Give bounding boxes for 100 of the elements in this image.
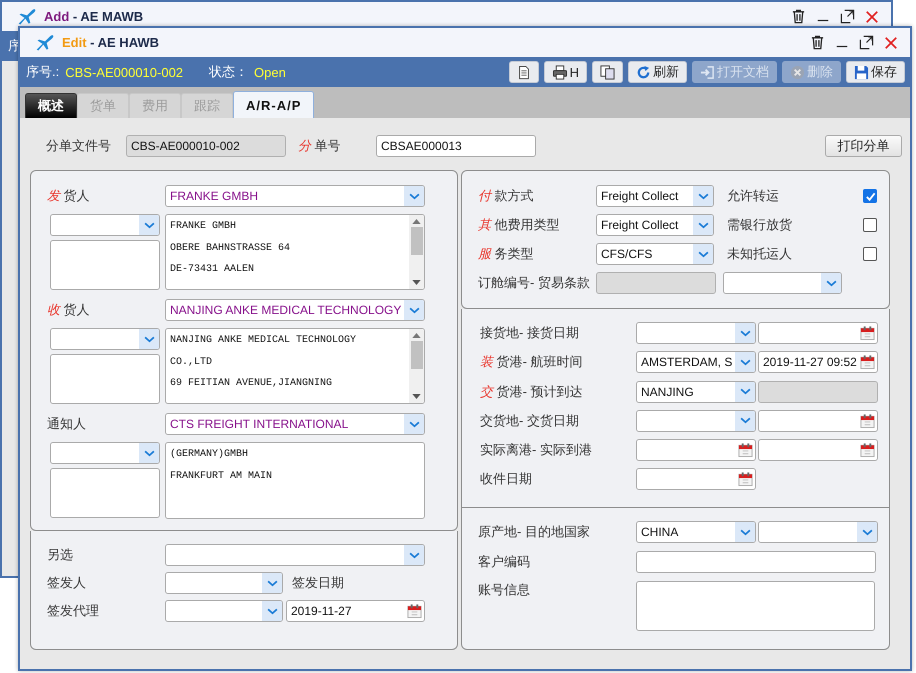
dropdown[interactable]: Freight Collect bbox=[596, 214, 714, 236]
address-field[interactable]: FRANKE GMBH OBERE BAHNSTRASSE 64 DE-73431 AALEN bbox=[165, 214, 425, 290]
option-label: 允许转运 bbox=[727, 187, 780, 205]
save-button[interactable]: 保存 bbox=[846, 61, 905, 83]
refresh-button[interactable]: 刷新 bbox=[628, 61, 687, 83]
date-field[interactable] bbox=[636, 468, 756, 490]
calendar-icon[interactable] bbox=[860, 412, 875, 429]
checkbox[interactable] bbox=[863, 247, 877, 261]
delete-icon[interactable] bbox=[791, 9, 806, 24]
airplane-icon bbox=[16, 6, 38, 26]
chevron-icon bbox=[144, 222, 154, 228]
chevron-icon bbox=[740, 388, 750, 396]
field-label: 收 货人 bbox=[47, 301, 91, 319]
document-icon bbox=[516, 64, 531, 80]
date-field[interactable] bbox=[636, 439, 756, 462]
address-text: NANJING ANKE MEDICAL TECHNOLOGY CO.,LTD 69 FEITIAN AVENUE,JIANGNING bbox=[169, 334, 358, 391]
scroll-down-icon[interactable] bbox=[412, 280, 421, 285]
date-field[interactable] bbox=[758, 322, 878, 344]
dropdown[interactable]: CFS/CFS bbox=[596, 243, 714, 265]
scrollbar[interactable] bbox=[409, 329, 424, 403]
dropdown[interactable] bbox=[636, 410, 756, 432]
text-area[interactable] bbox=[50, 354, 160, 404]
text-field[interactable]: CBSAE000013 bbox=[376, 135, 536, 157]
maximize-icon[interactable] bbox=[840, 9, 855, 24]
scroll-down-icon[interactable] bbox=[412, 394, 421, 399]
scrollbar[interactable] bbox=[409, 215, 424, 289]
checkbox[interactable] bbox=[863, 218, 877, 232]
dropdown[interactable]: CHINA bbox=[636, 521, 756, 543]
text-area[interactable] bbox=[636, 581, 875, 631]
option-label: 需银行放货 bbox=[727, 216, 793, 234]
chevron-icon bbox=[826, 280, 836, 286]
print-button[interactable]: 打印分单 bbox=[825, 135, 902, 157]
date-field[interactable] bbox=[758, 439, 878, 462]
print-button[interactable]: H bbox=[544, 61, 587, 83]
calendar-icon[interactable] bbox=[860, 325, 875, 341]
checkbox[interactable] bbox=[863, 189, 877, 203]
chevron-icon bbox=[144, 336, 154, 342]
field-label: 客户编码 bbox=[478, 553, 531, 571]
field-label: 签发人 bbox=[47, 574, 87, 592]
chevron-icon bbox=[740, 330, 750, 336]
field-label: 装 货港- 航班时间 bbox=[480, 353, 584, 372]
dropdown[interactable] bbox=[723, 272, 842, 294]
dropdown[interactable] bbox=[636, 322, 756, 344]
field-label: 通知人 bbox=[47, 415, 87, 433]
window-title: Add - AE MAWB bbox=[44, 9, 144, 24]
dropdown[interactable] bbox=[165, 544, 425, 566]
field-label: 交货地- 交货日期 bbox=[480, 412, 580, 430]
date-field[interactable] bbox=[758, 410, 878, 432]
dropdown[interactable] bbox=[758, 521, 878, 543]
dropdown[interactable]: CTS FREIGHT INTERNATIONAL bbox=[165, 413, 425, 435]
copy-button[interactable] bbox=[592, 61, 623, 83]
calendar-icon[interactable] bbox=[738, 442, 753, 458]
scroll-up-icon[interactable] bbox=[412, 219, 421, 224]
document-button[interactable] bbox=[508, 61, 539, 83]
chevron-icon bbox=[408, 552, 420, 558]
field-label: 分单文件号 bbox=[46, 137, 112, 155]
calendar-icon[interactable] bbox=[407, 603, 422, 619]
serial-number: CBS-AE000010-002 bbox=[65, 64, 184, 80]
tab[interactable]: 概述 bbox=[25, 93, 77, 118]
dropdown[interactable] bbox=[165, 572, 283, 594]
field-label: 付 款方式 bbox=[478, 187, 535, 205]
window-title: Edit - AE HAWB bbox=[62, 35, 160, 50]
address-field[interactable]: (GERMANY)GMBH FRANKFURT AM MAIN bbox=[165, 442, 425, 519]
info-label: 状态： bbox=[209, 63, 248, 81]
field-label: 原产地- 目的地国家 bbox=[478, 523, 591, 541]
airplane-icon bbox=[34, 32, 56, 52]
dropdown[interactable]: NANJING ANKE MEDICAL TECHNOLOGY bbox=[165, 299, 425, 321]
delete-icon[interactable] bbox=[810, 35, 825, 50]
calendar-icon[interactable] bbox=[738, 471, 753, 488]
chevron-icon bbox=[408, 420, 420, 428]
text-field[interactable] bbox=[636, 551, 876, 573]
dropdown[interactable]: FRANKE GMBH bbox=[165, 185, 425, 207]
dropdown[interactable]: AMSTERDAM, S bbox=[636, 351, 756, 374]
maximize-icon[interactable] bbox=[859, 35, 874, 50]
field-label: 签发日期 bbox=[292, 574, 345, 592]
chevron-icon bbox=[698, 192, 708, 200]
tab[interactable]: A/R-A/P bbox=[233, 91, 314, 118]
text-area[interactable] bbox=[50, 240, 160, 290]
text-area[interactable] bbox=[50, 468, 160, 518]
date-field[interactable]: 2019-11-27 09:52 bbox=[758, 351, 878, 374]
close-icon[interactable] bbox=[884, 36, 898, 50]
dropdown[interactable] bbox=[50, 214, 160, 236]
copy-icon bbox=[600, 64, 615, 80]
chevron-icon bbox=[408, 306, 420, 314]
address-field[interactable]: NANJING ANKE MEDICAL TECHNOLOGY CO.,LTD 69 FEITIAN AVENUE,JIANGNING bbox=[165, 328, 425, 404]
dropdown[interactable] bbox=[165, 600, 283, 622]
close-icon[interactable] bbox=[865, 10, 879, 24]
calendar-icon[interactable] bbox=[860, 442, 875, 458]
scroll-up-icon[interactable] bbox=[412, 333, 421, 338]
dropdown[interactable] bbox=[50, 328, 160, 350]
dropdown[interactable]: Freight Collect bbox=[596, 185, 714, 207]
printer-icon bbox=[552, 64, 568, 80]
chevron-icon bbox=[740, 528, 750, 536]
chevron-icon bbox=[862, 528, 872, 536]
dropdown[interactable] bbox=[50, 442, 160, 464]
dropdown[interactable]: NANJING bbox=[636, 380, 756, 403]
calendar-icon[interactable] bbox=[860, 354, 875, 370]
date-field[interactable]: 2019-11-27 bbox=[286, 600, 425, 622]
chevron-icon bbox=[698, 222, 708, 228]
save-icon bbox=[854, 64, 869, 80]
